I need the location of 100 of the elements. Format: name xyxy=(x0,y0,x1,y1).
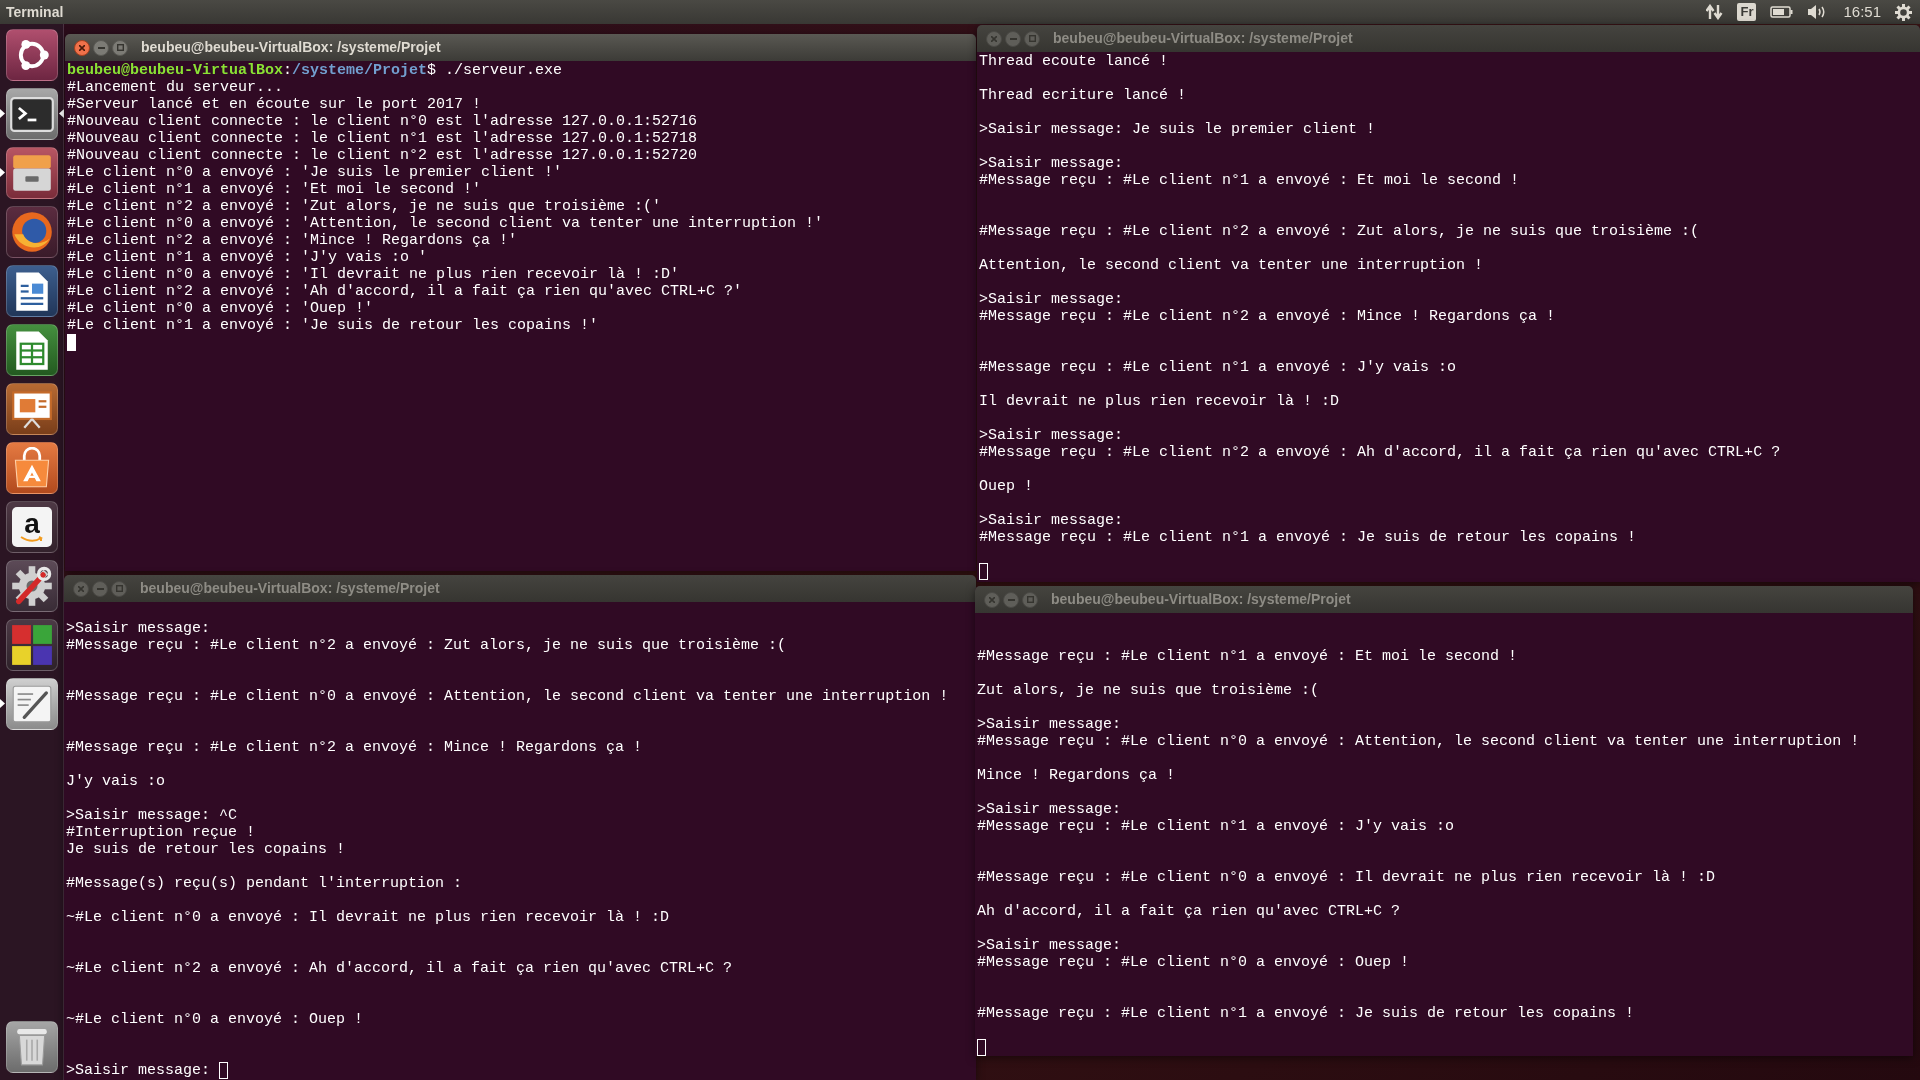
output-line: >Saisir message: xyxy=(66,620,211,637)
output-line: #Message reçu : #Le client n°2 a envoyé : Zut alors, je ne suis que troisième :( xyxy=(979,223,1700,240)
output-line: #Message reçu : #Le client n°1 a envoyé : Je suis de retour les copains ! xyxy=(977,1005,1635,1022)
window-title: beubeu@beubeu-VirtualBox: /systeme/Projet xyxy=(140,579,440,598)
launcher-item[interactable] xyxy=(6,147,58,199)
shopping-bag-icon xyxy=(12,447,52,489)
minimize-icon xyxy=(96,587,104,590)
output-line: #Serveur lancé et en écoute sur le port 2017 ! xyxy=(67,96,482,113)
output-line: #Message reçu : #Le client n°1 a envoyé : Et moi le second ! xyxy=(979,172,1520,189)
output-line: #Le client n°1 a envoyé : 'J'y vais :o ' xyxy=(67,249,428,266)
output-line: #Message reçu : #Le client n°1 a envoyé : Et moi le second ! xyxy=(977,648,1518,665)
close-icon xyxy=(78,585,84,592)
window-title: beubeu@beubeu-VirtualBox: /systeme/Projet xyxy=(1051,590,1351,609)
network-arrows-icon xyxy=(1706,4,1724,20)
maximize-button[interactable] xyxy=(112,39,128,56)
launcher-item[interactable] xyxy=(6,324,58,376)
output-line: #Le client n°0 a envoyé : 'Attention, le second client va tenter une interruption !' xyxy=(67,215,824,232)
output-line: #Message reçu : #Le client n°0 a envoyé : Attention, le second client va tenter une interruption ! xyxy=(977,733,1860,750)
globe-icon xyxy=(10,210,54,254)
close-icon xyxy=(989,596,995,603)
output-line: #Message reçu : #Le client n°1 a envoyé : Je suis de retour les copains ! xyxy=(979,529,1637,546)
launcher-item[interactable] xyxy=(6,678,58,730)
output-line: >Saisir message: xyxy=(979,427,1124,444)
output-line: Ouep ! xyxy=(979,478,1033,495)
spreadsheet-icon xyxy=(14,328,50,372)
output-line: #Le client n°1 a envoyé : 'Je suis de retour les copains !' xyxy=(67,317,599,334)
output-line: #Message reçu : #Le client n°1 a envoyé : J'y vais :o xyxy=(979,359,1457,376)
terminal-icon xyxy=(10,96,54,132)
output-line: #Message reçu : #Le client n°0 a envoyé : Attention, le second client va tenter une interruption ! xyxy=(66,688,949,705)
output-line: >Saisir message: xyxy=(977,716,1122,733)
colored-squares-icon xyxy=(11,624,53,666)
close-icon xyxy=(79,44,85,51)
output-line: >Saisir message: xyxy=(977,937,1122,954)
output-line: #Message(s) reçu(s) pendant l'interruption : xyxy=(66,875,463,892)
minimize-icon xyxy=(1007,598,1015,601)
launcher-item[interactable] xyxy=(6,619,58,671)
trash-button[interactable] xyxy=(6,1021,58,1073)
output-line: #Lancement du serveur... xyxy=(67,79,284,96)
window-title: beubeu@beubeu-VirtualBox: /systeme/Projet xyxy=(1053,29,1353,48)
output-line: #Nouveau client connecte : le client n°1 est l'adresse 127.0.0.1:52718 xyxy=(67,130,698,147)
output-line: >Saisir message: xyxy=(979,155,1124,172)
launcher-item[interactable] xyxy=(6,442,58,494)
close-icon xyxy=(991,35,997,42)
launcher-item[interactable] xyxy=(6,88,58,140)
output-line: #Message reçu : #Le client n°0 a envoyé : Il devrait ne plus rien recevoir là ! :D xyxy=(977,869,1716,886)
close-button[interactable] xyxy=(74,39,90,56)
output-line: #Nouveau client connecte : le client n°2 est l'adresse 127.0.0.1:52720 xyxy=(67,147,698,164)
output-line: Mince ! Regardons ça ! xyxy=(977,767,1176,784)
maximize-icon xyxy=(1026,596,1034,603)
output-line: Thread ecriture lancé ! xyxy=(979,87,1187,104)
output-line: Ah d'accord, il a fait ça rien qu'avec CTRL+C ? xyxy=(977,903,1401,920)
output-line: Zut alors, je ne suis que troisième :( xyxy=(977,682,1320,699)
output-line: >Saisir message: ^C xyxy=(66,807,238,824)
maximize-icon xyxy=(1028,35,1036,42)
minimize-button[interactable] xyxy=(93,39,109,56)
window-title: beubeu@beubeu-VirtualBox: /systeme/Projet xyxy=(141,38,441,57)
minimize-icon xyxy=(1009,37,1017,40)
launcher-item[interactable] xyxy=(6,206,58,258)
output-line: #Message reçu : #Le client n°2 a envoyé : Mince ! Regardons ça ! xyxy=(979,308,1556,325)
launcher-item[interactable] xyxy=(6,383,58,435)
output-line: #Message reçu : #Le client n°2 a envoyé : Mince ! Regardons ça ! xyxy=(66,739,643,756)
maximize-icon xyxy=(116,44,124,51)
output-line: >Saisir message: xyxy=(977,801,1122,818)
gear-icon[interactable] xyxy=(1895,3,1912,21)
battery-icon xyxy=(1770,6,1794,18)
output-line: >Saisir message: Je suis le premier client ! xyxy=(979,121,1376,138)
output-line: #Message reçu : #Le client n°0 a envoyé : Ouep ! xyxy=(977,954,1410,971)
output-line: #Le client n°1 a envoyé : 'Et moi le second !' xyxy=(67,181,482,198)
launcher-item[interactable] xyxy=(6,265,58,317)
output-line: #Message reçu : #Le client n°2 a envoyé : Zut alors, je ne suis que troisième :( xyxy=(66,637,787,654)
clock[interactable]: 16:51 xyxy=(1843,0,1881,24)
output-line: #Message reçu : #Le client n°2 a envoyé : Ah d'accord, il a fait ça rien qu'avec CTRL+C ? xyxy=(979,444,1781,461)
output-line: >Saisir message: xyxy=(979,512,1124,529)
keyboard-layout-indicator[interactable]: Fr xyxy=(1737,3,1757,21)
output-line: Thread ecoute lancé ! xyxy=(979,53,1169,70)
output-line: Attention, le second client va tenter une interruption ! xyxy=(979,257,1484,274)
output-line: #Le client n°0 a envoyé : 'Ouep !' xyxy=(67,300,374,317)
output-line: #Nouveau client connecte : le client n°0 est l'adresse 127.0.0.1:52716 xyxy=(67,113,698,130)
input-prompt: >Saisir message: xyxy=(66,1062,212,1079)
output-line: #Le client n°2 a envoyé : 'Zut alors, je ne suis que troisième :(' xyxy=(67,198,662,215)
command-prompt-line: beubeu@beubeu-VirtualBox:/systeme/Projet$ ./serveur.exe xyxy=(67,62,563,79)
output-line: Il devrait ne plus rien recevoir là ! :D xyxy=(979,393,1340,410)
logo-letter: a xyxy=(24,511,40,536)
output-line: Je suis de retour les copains ! xyxy=(66,841,346,858)
output-line: #Interruption reçue ! xyxy=(66,824,256,841)
launcher-item[interactable]: a xyxy=(6,501,58,553)
gear-wrench-icon xyxy=(10,564,54,608)
output-line: ~#Le client n°0 a envoyé : Il devrait ne plus rien recevoir là ! :D xyxy=(66,909,670,926)
output-line: #Message reçu : #Le client n°1 a envoyé : J'y vais :o xyxy=(977,818,1455,835)
minimize-icon xyxy=(97,46,105,49)
output-line: #Le client n°2 a envoyé : 'Ah d'accord, il a fait ça rien qu'avec CTRL+C ?' xyxy=(67,283,743,300)
launcher-item[interactable] xyxy=(6,29,58,81)
active-app-name: Terminal xyxy=(6,2,64,22)
text-document-icon xyxy=(14,269,50,313)
maximize-icon xyxy=(115,585,123,592)
presentation-icon xyxy=(11,389,53,429)
launcher-item[interactable] xyxy=(6,560,58,612)
output-line: J'y vais :o xyxy=(66,773,166,790)
output-line: ~#Le client n°2 a envoyé : Ah d'accord, il a fait ça rien qu'avec CTRL+C ? xyxy=(66,960,733,977)
output-line: #Le client n°0 a envoyé : 'Je suis le premier client !' xyxy=(67,164,563,181)
